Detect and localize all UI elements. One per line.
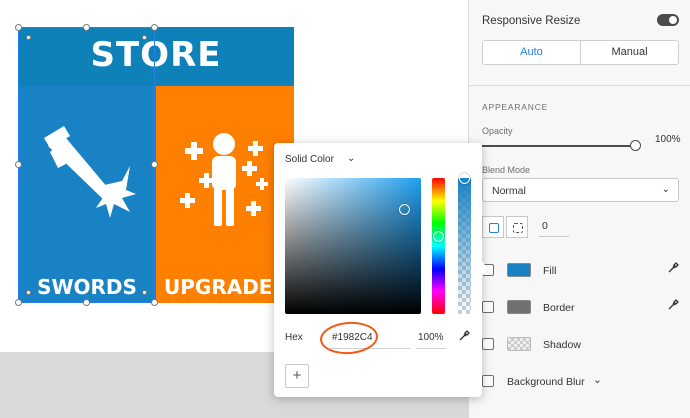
alpha-slider[interactable] (458, 178, 471, 314)
border-checkbox[interactable] (482, 301, 494, 313)
resize-handle-left[interactable] (15, 161, 22, 168)
responsive-resize-toggle[interactable] (657, 14, 679, 26)
resize-handle-top-right[interactable] (151, 24, 158, 31)
sword-icon (44, 126, 136, 218)
app-window: STORE SWORDS UPGRADES Responsive Resize … (0, 0, 690, 418)
per-corner-radius-icon[interactable] (506, 216, 528, 238)
chevron-down-icon: ⌄ (661, 184, 670, 195)
blend-mode-label: Blend Mode (482, 165, 531, 175)
add-swatch-button[interactable]: + (285, 364, 309, 388)
store-header[interactable]: STORE (18, 27, 294, 86)
hex-label: Hex (285, 332, 303, 343)
divider (469, 85, 690, 86)
fill-swatch[interactable] (507, 263, 531, 277)
swords-tile[interactable]: SWORDS (18, 86, 156, 303)
resize-handle-top[interactable] (83, 24, 90, 31)
swords-label: SWORDS (37, 275, 137, 299)
opacity-label: Opacity (482, 126, 513, 136)
resize-handle-right[interactable] (151, 161, 158, 168)
hue-slider[interactable] (432, 178, 445, 314)
resize-handle-bottom-right[interactable] (151, 299, 158, 306)
opacity-slider-knob[interactable] (630, 140, 641, 151)
saturation-brightness-field[interactable] (285, 178, 421, 314)
corner-radius-underline (539, 236, 569, 237)
responsive-resize-label: Responsive Resize (482, 15, 581, 27)
saturation-brightness-knob[interactable] (399, 204, 410, 215)
shadow-label: Shadow (543, 339, 581, 351)
background-blur-checkbox[interactable] (482, 375, 494, 387)
alpha-input-underline (416, 348, 446, 349)
resize-mode-segmented: Auto Manual (482, 40, 679, 65)
resize-mode-manual-button[interactable]: Manual (581, 41, 678, 64)
appearance-section-title: APPEARANCE (482, 102, 549, 112)
annotation-circle (318, 320, 380, 356)
opacity-slider-track[interactable] (482, 145, 634, 147)
resize-handle-bottom[interactable] (83, 299, 90, 306)
corner-radius-input[interactable]: 0 (542, 220, 548, 232)
corner-radius-handle[interactable] (142, 35, 147, 40)
opacity-value[interactable]: 100% (655, 134, 681, 145)
alpha-input[interactable]: 100% (418, 332, 444, 343)
popover-caret (482, 262, 489, 276)
corner-radius-handle[interactable] (26, 35, 31, 40)
color-picker-popover: Solid Color ⌄ Hex #1982C4 100% + (274, 143, 482, 397)
color-mode-label[interactable]: Solid Color (285, 154, 334, 165)
resize-handle-top-left[interactable] (15, 24, 22, 31)
blend-mode-value: Normal (492, 185, 526, 197)
store-title: STORE (90, 35, 222, 75)
resize-mode-auto-button[interactable]: Auto (483, 41, 581, 64)
shadow-swatch[interactable] (507, 337, 531, 351)
resize-handle-bottom-left[interactable] (15, 299, 22, 306)
eyedropper-icon[interactable] (667, 262, 679, 277)
property-inspector: Responsive Resize Auto Manual APPEARANCE… (468, 0, 690, 418)
corner-radius-handle[interactable] (142, 290, 147, 295)
blend-mode-select[interactable]: Normal ⌄ (482, 178, 679, 202)
uniform-corner-radius-icon[interactable] (482, 216, 504, 238)
chevron-down-icon[interactable]: ⌄ (593, 374, 602, 386)
eyedropper-icon[interactable] (458, 330, 470, 345)
background-blur-label: Background Blur (507, 376, 585, 388)
alpha-slider-knob[interactable] (459, 173, 470, 184)
chevron-down-icon[interactable]: ⌄ (347, 153, 355, 164)
hue-slider-knob[interactable] (433, 231, 444, 242)
corner-radius-handle[interactable] (26, 290, 31, 295)
eyedropper-icon[interactable] (667, 299, 679, 314)
border-label: Border (543, 302, 575, 314)
border-swatch[interactable] (507, 300, 531, 314)
fill-label: Fill (543, 265, 557, 277)
shadow-checkbox[interactable] (482, 338, 494, 350)
